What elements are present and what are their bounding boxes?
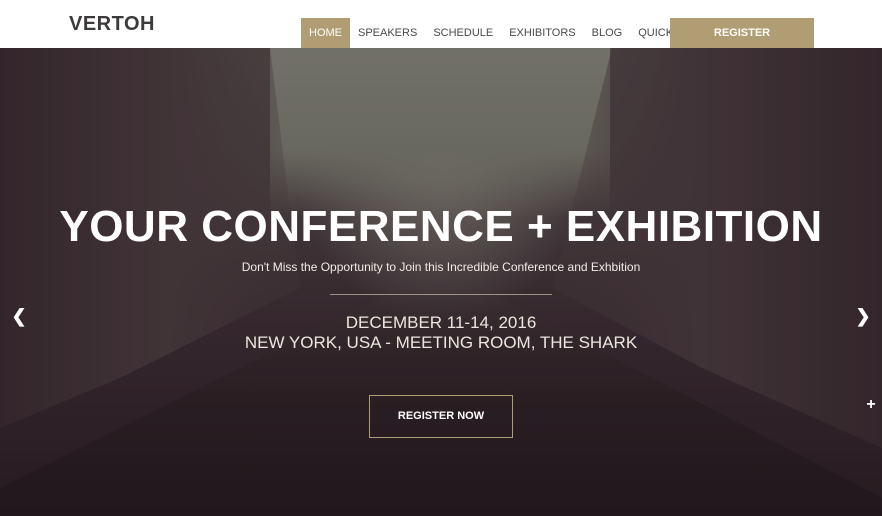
plus-icon[interactable]: + <box>864 397 878 413</box>
nav-item-blog[interactable]: BLOG <box>584 18 631 48</box>
chevron-left-icon[interactable]: ❮ <box>11 306 27 326</box>
hero-overlay <box>0 48 882 516</box>
event-date: DECEMBER 11-14, 2016 <box>345 313 537 332</box>
event-location: NEW YORK, USA - MEETING ROOM, THE SHARK <box>244 333 638 352</box>
nav-item-speakers[interactable]: SPEAKERS <box>350 18 425 48</box>
nav-item-home[interactable]: HOME <box>301 18 350 48</box>
nav-item-schedule[interactable]: SCHEDULE <box>425 18 501 48</box>
register-now-button[interactable]: REGISTER NOW <box>369 395 513 438</box>
main-nav: HOME SPEAKERS SCHEDULE EXHIBITORS BLOG Q… <box>301 18 706 48</box>
site-header: VERTOH HOME SPEAKERS SCHEDULE EXHIBITORS… <box>0 0 882 48</box>
logo[interactable]: VERTOH <box>69 13 155 36</box>
hero-title: YOUR CONFERENCE + EXHIBITION <box>59 202 823 251</box>
hero-subtitle: Don't Miss the Opportunity to Join this … <box>241 260 641 274</box>
chevron-right-icon[interactable]: ❯ <box>855 306 871 326</box>
hero-slider: YOUR CONFERENCE + EXHIBITION Don't Miss … <box>0 48 882 516</box>
nav-item-exhibitors[interactable]: EXHIBITORS <box>501 18 583 48</box>
register-button[interactable]: REGISTER <box>670 18 814 48</box>
hero-divider <box>330 294 552 295</box>
